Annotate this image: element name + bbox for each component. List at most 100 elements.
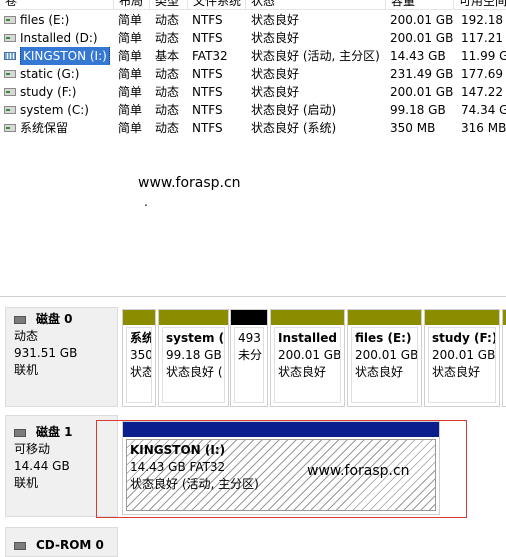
volume-row[interactable]: Installed (D:) 简单 动态 NTFS 状态良好 200.01 GB… <box>0 29 506 47</box>
volume-status: 状态良好 (活动, 主分区) <box>251 49 380 63</box>
partition-bar <box>159 310 228 325</box>
volume-layout: 简单 <box>118 13 143 27</box>
volume-status: 状态良好 <box>251 13 300 27</box>
volume-fs: NTFS <box>192 67 223 81</box>
volume-layout: 简单 <box>118 49 143 63</box>
volume-type: 基本 <box>155 49 180 63</box>
volume-row[interactable]: static (G:) 简单 动态 NTFS 状态良好 231.49 GB 17… <box>0 65 506 83</box>
col-header-type[interactable]: 类型 <box>150 0 188 10</box>
cdrom-info[interactable]: CD-ROM 0 <box>5 527 118 557</box>
volume-name: 系统保留 <box>20 121 69 135</box>
drive-icon <box>4 70 16 78</box>
partition-system-c[interactable]: system ( 99.18 GB 状态良好 ( <box>158 309 229 407</box>
partition-status: 状态良好 <box>355 365 404 379</box>
col-header-status[interactable]: 状态 <box>246 0 386 10</box>
partition-name: 系统 <box>130 331 152 345</box>
partition-static-g[interactable] <box>502 309 506 407</box>
volume-capacity: 200.01 GB <box>390 85 454 99</box>
disk-0-row[interactable]: 磁盘 0 动态 931.51 GB 联机 系统 350 状态良好 system … <box>0 307 506 407</box>
volume-fs: NTFS <box>192 13 223 27</box>
volume-free: 316 MB <box>461 121 506 135</box>
volume-fs: NTFS <box>192 31 223 45</box>
partition-status: 状态良好 <box>278 365 327 379</box>
partition-unallocated[interactable]: 493 未分 <box>230 309 268 407</box>
volume-type: 动态 <box>155 103 180 117</box>
col-header-volume[interactable]: 卷 <box>0 0 114 10</box>
partition-status: 状态良好 <box>130 365 152 379</box>
highlight-box <box>96 420 467 518</box>
volume-free: 117.21 G <box>461 31 506 45</box>
volume-list-header: 卷 布局 类型 文件系统 状态 容量 可用空间 <box>0 0 506 10</box>
partition-name: files (E:) <box>355 331 412 345</box>
partition-bar <box>271 310 344 325</box>
volume-name: static (G:) <box>20 67 80 81</box>
volume-name: Installed (D:) <box>20 31 98 45</box>
watermark-dot: . <box>144 195 148 209</box>
volume-layout: 简单 <box>118 85 143 99</box>
cdrom-icon <box>14 541 26 550</box>
volume-status: 状态良好 (启动) <box>251 103 337 117</box>
volume-row[interactable]: 系统保留 简单 动态 NTFS 状态良好 (系统) 350 MB 316 MB <box>0 119 506 137</box>
watermark-text: www.forasp.cn <box>138 175 241 191</box>
volume-capacity: 200.01 GB <box>390 31 454 45</box>
drive-icon <box>4 88 16 96</box>
disk-icon <box>14 315 26 324</box>
disk-state: 联机 <box>14 476 39 490</box>
partition-installed-d[interactable]: Installed 200.01 GB 状态良好 <box>270 309 345 407</box>
partition-bar <box>231 310 267 325</box>
volume-fs: NTFS <box>192 103 223 117</box>
volume-layout: 简单 <box>118 103 143 117</box>
partition-study-f[interactable]: study (F:) 200.01 GB 状态良好 <box>424 309 500 407</box>
volume-row[interactable]: files (E:) 简单 动态 NTFS 状态良好 200.01 GB 192… <box>0 11 506 29</box>
volume-capacity: 14.43 GB <box>390 49 446 63</box>
partition-files-e[interactable]: files (E:) 200.01 GB 状态良好 <box>347 309 422 407</box>
col-header-filesystem[interactable]: 文件系统 <box>188 0 246 10</box>
col-header-capacity[interactable]: 容量 <box>386 0 454 10</box>
volume-type: 动态 <box>155 85 180 99</box>
drive-icon <box>4 124 16 132</box>
disk-0-info[interactable]: 磁盘 0 动态 931.51 GB 联机 <box>5 307 118 407</box>
volume-status: 状态良好 <box>251 85 300 99</box>
drive-icon <box>4 16 16 24</box>
volume-fs: NTFS <box>192 121 223 135</box>
volume-type: 动态 <box>155 31 180 45</box>
volume-name: files (E:) <box>20 13 70 27</box>
volume-free: 192.18 G <box>461 13 506 27</box>
partition-size: 200.01 GB <box>355 348 418 362</box>
drive-icon <box>4 106 16 114</box>
partition-name: system ( <box>166 331 225 345</box>
volume-row[interactable]: system (C:) 简单 动态 NTFS 状态良好 (启动) 99.18 G… <box>0 101 506 119</box>
volume-capacity: 231.49 GB <box>390 67 454 81</box>
volume-name: study (F:) <box>20 85 77 99</box>
partition-size: 350 <box>130 348 152 362</box>
volume-type: 动态 <box>155 121 180 135</box>
col-header-layout[interactable]: 布局 <box>114 0 150 10</box>
volume-free: 177.69 G <box>461 67 506 81</box>
volume-capacity: 99.18 GB <box>390 103 446 117</box>
disk-title: CD-ROM 0 <box>36 538 104 552</box>
drive-icon <box>4 34 16 42</box>
volume-list: 卷 布局 类型 文件系统 状态 容量 可用空间 files (E:) 简单 动态… <box>0 0 506 296</box>
partition-bar <box>425 310 499 325</box>
volume-capacity: 200.01 GB <box>390 13 454 27</box>
volume-name: system (C:) <box>20 103 89 117</box>
volume-status: 状态良好 <box>251 31 300 45</box>
volume-row[interactable]: study (F:) 简单 动态 NTFS 状态良好 200.01 GB 147… <box>0 83 506 101</box>
partition-status: 状态良好 <box>432 365 481 379</box>
partition-status: 未分 <box>238 348 263 362</box>
volume-layout: 简单 <box>118 121 143 135</box>
disk-type: 可移动 <box>14 442 51 456</box>
volume-row-selected[interactable]: KINGSTON (I:) 简单 基本 FAT32 状态良好 (活动, 主分区)… <box>0 47 506 65</box>
volume-fs: FAT32 <box>192 49 228 63</box>
partition-size: 200.01 GB <box>278 348 341 362</box>
volume-free: 147.22 G <box>461 85 506 99</box>
volume-capacity: 350 MB <box>390 121 436 135</box>
partition-name: study (F:) <box>432 331 496 345</box>
cdrom-row[interactable]: CD-ROM 0 <box>0 527 506 557</box>
col-header-free-space[interactable]: 可用空间 <box>454 0 506 10</box>
disk-title: 磁盘 0 <box>36 312 73 326</box>
volume-status: 状态良好 (系统) <box>251 121 337 135</box>
partition-name: Installed <box>278 331 337 345</box>
partition-system-reserved[interactable]: 系统 350 状态良好 <box>122 309 156 407</box>
volume-type: 动态 <box>155 67 180 81</box>
